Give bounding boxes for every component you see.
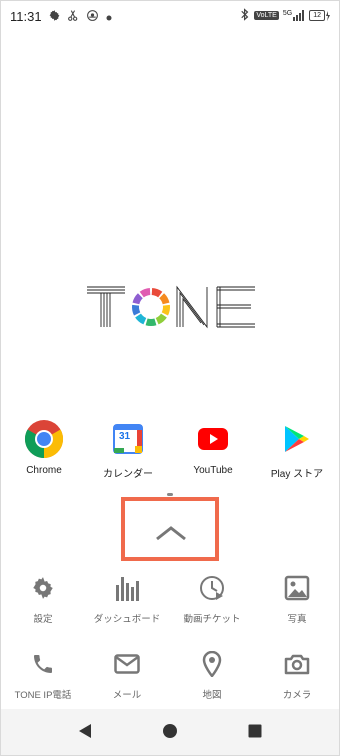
tool-ip-phone[interactable]: TONE IP電話 [1, 649, 85, 701]
tool-label: メール [112, 690, 142, 701]
app-play-store[interactable]: Play ストア [262, 419, 332, 480]
battery-icon: 12 [309, 10, 331, 21]
battery-level: 12 [309, 10, 325, 21]
logo-ring-segment [132, 304, 141, 316]
video-ticket-icon [197, 573, 227, 603]
tool-label: 写真 [287, 614, 307, 625]
navigation-bar [1, 709, 339, 755]
photo-icon [282, 573, 312, 603]
app-label: Chrome [26, 465, 62, 476]
tool-photos[interactable]: 写真 [255, 573, 339, 625]
logo-ring-segment [151, 288, 163, 298]
gear-icon [28, 573, 58, 603]
home-screen: 11:31 VoLTE 5G 12 Chrome 31 カレンダー YouTub… [0, 0, 340, 756]
sunset-icon [86, 9, 99, 25]
logo-ring-segment [145, 318, 157, 326]
tool-label: ダッシュボード [93, 614, 161, 625]
scissors-icon [67, 9, 80, 25]
tool-video-ticket[interactable]: 動画チケット [170, 573, 254, 625]
tone-logo [87, 285, 255, 329]
status-bar: 11:31 VoLTE 5G 12 [1, 1, 339, 33]
status-time: 11:31 [10, 9, 42, 24]
tool-label: 地図 [202, 690, 222, 701]
recents-square-icon [248, 724, 262, 743]
tool-label: TONE IP電話 [14, 690, 72, 701]
camera-icon [282, 649, 312, 679]
tool-label: カメラ [282, 690, 312, 701]
app-calendar[interactable]: 31 カレンダー [93, 419, 163, 480]
app-youtube[interactable]: YouTube [178, 419, 248, 476]
logo-ring-segment [139, 288, 151, 298]
dashboard-icon [112, 573, 142, 603]
phone-icon [28, 649, 58, 679]
tool-camera[interactable]: カメラ [255, 649, 339, 701]
tool-settings[interactable]: 設定 [1, 573, 85, 625]
home-button[interactable] [160, 723, 180, 743]
recents-button[interactable] [245, 723, 265, 743]
logo-ring-segment [135, 313, 147, 325]
bluetooth-icon [240, 8, 250, 23]
tool-label: 設定 [33, 614, 53, 625]
chevron-up-icon[interactable] [155, 525, 187, 546]
logo-ring-segment [155, 313, 167, 325]
mail-icon [112, 649, 142, 679]
chrome-icon [24, 419, 64, 459]
5g-signal-icon: 5G [283, 10, 305, 21]
app-label: YouTube [193, 465, 233, 476]
calendar-day: 31 [119, 431, 131, 442]
volte-icon: VoLTE [254, 11, 279, 20]
app-label: カレンダー [103, 469, 153, 480]
dot-icon [105, 10, 113, 25]
tool-dashboard[interactable]: ダッシュボード [85, 573, 169, 625]
back-button[interactable] [75, 723, 95, 743]
network-type: 5G [282, 10, 293, 17]
logo-ring-segment [161, 304, 170, 316]
tool-mail[interactable]: メール [85, 649, 169, 701]
tool-label: 動画チケット [183, 614, 241, 625]
logo-ring-segment [132, 293, 143, 305]
youtube-icon [193, 419, 233, 459]
app-label: Play ストア [270, 469, 324, 480]
logo-ring-segment [159, 293, 170, 305]
app-chrome[interactable]: Chrome [9, 419, 79, 476]
drawer-handle [167, 493, 173, 496]
play-store-icon [277, 419, 317, 459]
gear-icon [48, 9, 61, 25]
map-pin-icon [197, 649, 227, 679]
home-circle-icon [162, 723, 178, 744]
tool-map[interactable]: 地図 [170, 649, 254, 701]
back-triangle-icon [78, 723, 92, 744]
